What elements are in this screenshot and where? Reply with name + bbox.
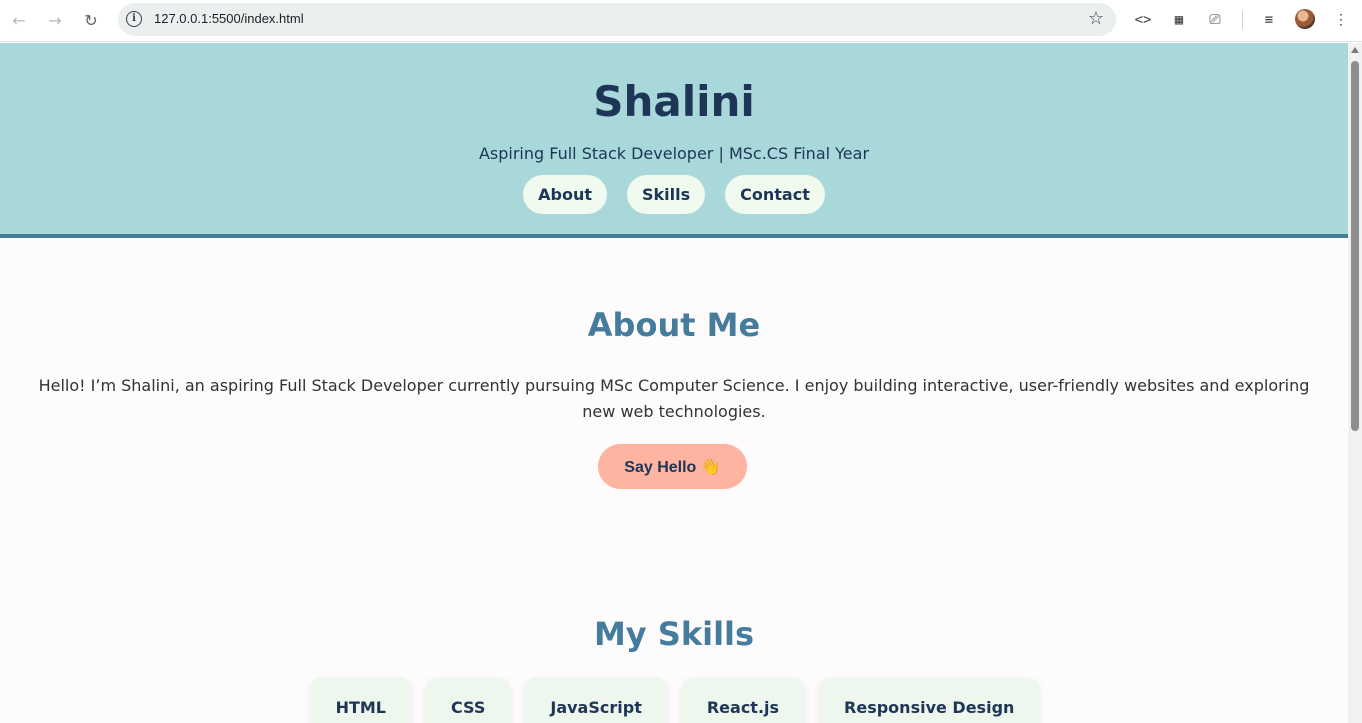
skill-card: JavaScript [525,678,667,723]
tab-layout-icon[interactable]: ▦ [1167,8,1191,32]
skills-list: HTML CSS JavaScript React.js Responsive … [0,678,1348,723]
page-scrollbar[interactable] [1348,43,1362,723]
url-text[interactable]: 127.0.0.1:5500/index.html [154,11,304,26]
code-icon[interactable]: <> [1131,8,1155,32]
address-bar[interactable]: i 127.0.0.1:5500/index.html ☆ [118,3,1116,36]
scrollbar-thumb[interactable] [1351,61,1359,431]
site-info-icon[interactable]: i [126,11,142,27]
toolbar-divider [1242,11,1243,29]
browser-toolbar: ← → ↻ i 127.0.0.1:5500/index.html ☆ <> ▦… [0,0,1362,42]
skills-heading: My Skills [593,615,755,653]
skill-card: HTML [310,678,411,723]
back-icon[interactable]: ← [6,7,32,33]
skill-card: React.js [681,678,805,723]
forward-icon[interactable]: → [42,7,68,33]
about-heading: About Me [587,306,761,344]
skill-card: CSS [426,678,511,723]
main-nav: About Skills Contact [0,175,1348,214]
bookmark-star-icon[interactable]: ☆ [1088,8,1104,29]
page-viewport: Shalini Aspiring Full Stack Developer | … [0,43,1348,723]
menu-dots-icon[interactable]: ⋮ [1329,8,1353,32]
profile-avatar[interactable] [1295,9,1315,29]
skill-card: Responsive Design [819,678,1040,723]
about-paragraph: Hello! I’m Shalini, an aspiring Full Sta… [38,376,1310,421]
site-title: Shalini [593,77,755,126]
nav-contact-link[interactable]: Contact [725,175,825,214]
site-tagline: Aspiring Full Stack Developer | MSc.CS F… [478,144,870,163]
nav-about-link[interactable]: About [523,175,608,214]
hero-header: Shalini Aspiring Full Stack Developer | … [0,43,1348,238]
reload-icon[interactable]: ↻ [78,7,104,33]
media-queue-icon[interactable]: ≡ [1257,8,1281,32]
say-hello-button[interactable]: Say Hello 👋 [598,444,747,489]
nav-skills-link[interactable]: Skills [627,175,706,214]
cast-icon[interactable]: ⎚ [1203,8,1227,32]
scroll-up-arrow-icon[interactable] [1351,47,1359,53]
